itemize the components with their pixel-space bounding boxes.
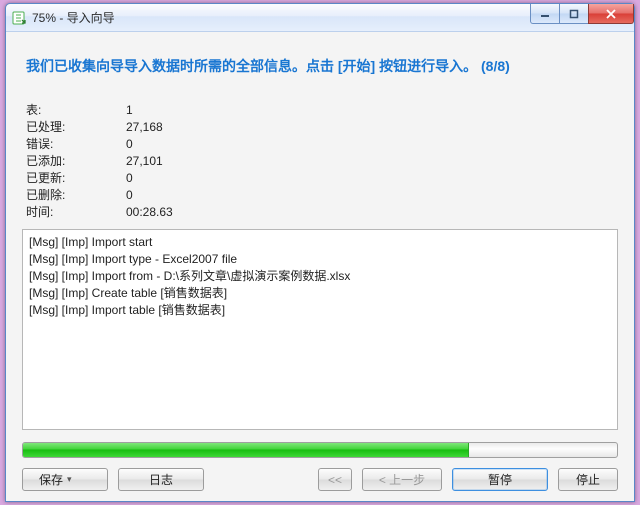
save-button[interactable]: 保存 ▾ — [22, 468, 108, 491]
stats-key: 已添加: — [26, 153, 126, 170]
log-line: [Msg] [Imp] Create table [销售数据表] — [29, 285, 611, 302]
stats-value: 0 — [126, 187, 133, 204]
log-line: [Msg] [Imp] Import start — [29, 234, 611, 251]
progress-wrap — [22, 442, 618, 458]
stats-row: 已处理:27,168 — [26, 119, 614, 136]
window-controls — [531, 4, 634, 24]
first-button[interactable]: << — [318, 468, 352, 491]
log-line: [Msg] [Imp] Import type - Excel2007 file — [29, 251, 611, 268]
prev-button[interactable]: < 上一步 — [362, 468, 442, 491]
stats-value: 27,101 — [126, 153, 163, 170]
log-button[interactable]: 日志 — [118, 468, 204, 491]
stats-row: 已删除:0 — [26, 187, 614, 204]
progress-bar — [22, 442, 618, 458]
save-label: 保存 — [39, 471, 63, 488]
footer: 保存 ▾ 日志 << < 上一步 暂停 停止 — [22, 468, 618, 491]
close-button[interactable] — [588, 4, 634, 24]
log-line: [Msg] [Imp] Import from - D:\系列文章\虚拟演示案例… — [29, 268, 611, 285]
titlebar[interactable]: 75% - 导入向导 — [6, 4, 634, 32]
stats-value: 1 — [126, 102, 133, 119]
stats-value: 00:28.63 — [126, 204, 173, 221]
stats-key: 错误: — [26, 136, 126, 153]
stats-key: 时间: — [26, 204, 126, 221]
stats-table: 表:1已处理:27,168错误:0已添加:27,101已更新:0已删除:0时间:… — [26, 102, 614, 221]
stats-row: 表:1 — [26, 102, 614, 119]
stats-key: 已处理: — [26, 119, 126, 136]
minimize-button[interactable] — [530, 4, 560, 24]
window-title: 75% - 导入向导 — [32, 9, 115, 26]
stop-button[interactable]: 停止 — [558, 468, 618, 491]
stats-value: 0 — [126, 170, 133, 187]
pause-button[interactable]: 暂停 — [452, 468, 548, 491]
app-icon — [12, 10, 28, 26]
stats-row: 时间:00:28.63 — [26, 204, 614, 221]
stats-row: 错误:0 — [26, 136, 614, 153]
progress-fill — [23, 443, 469, 457]
stats-key: 已删除: — [26, 187, 126, 204]
stats-row: 已更新:0 — [26, 170, 614, 187]
dropdown-icon: ▾ — [67, 474, 72, 485]
maximize-button[interactable] — [559, 4, 589, 24]
dialog-window: 75% - 导入向导 我们已收集向导导入数据时所需的全部信息。点击 [开始] 按… — [5, 3, 635, 502]
log-line: [Msg] [Imp] Import table [销售数据表] — [29, 302, 611, 319]
content-area: 我们已收集向导导入数据时所需的全部信息。点击 [开始] 按钮进行导入。 (8/8… — [6, 32, 634, 501]
log-box[interactable]: [Msg] [Imp] Import start[Msg] [Imp] Impo… — [22, 229, 618, 430]
stats-key: 表: — [26, 102, 126, 119]
headline: 我们已收集向导导入数据时所需的全部信息。点击 [开始] 按钮进行导入。 (8/8… — [26, 56, 614, 76]
stats-value: 27,168 — [126, 119, 163, 136]
stats-value: 0 — [126, 136, 133, 153]
stats-key: 已更新: — [26, 170, 126, 187]
stats-row: 已添加:27,101 — [26, 153, 614, 170]
